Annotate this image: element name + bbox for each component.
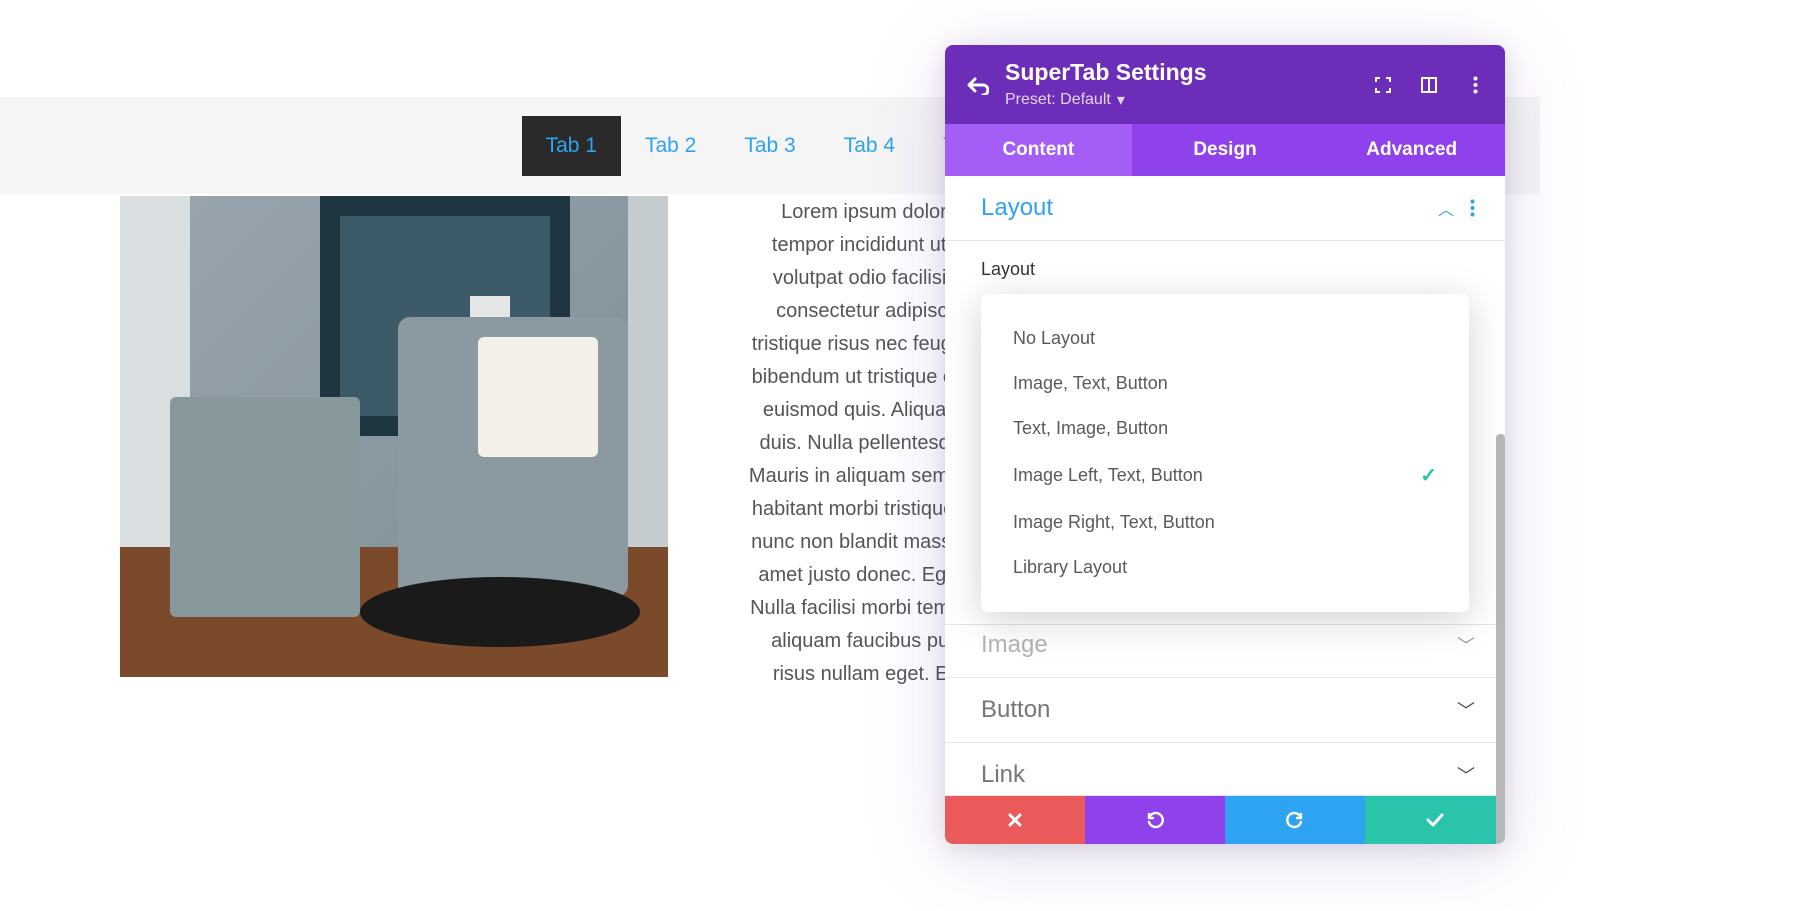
dropdown-item-library-layout[interactable]: Library Layout — [981, 545, 1469, 590]
close-icon — [1007, 812, 1023, 828]
panel-body: Layout ︿ Layout No Layout Image, Text, B… — [945, 176, 1505, 796]
dropdown-item-image-right-text-button[interactable]: Image Right, Text, Button — [981, 500, 1469, 545]
preview-area: Tab 1 Tab 2 Tab 3 Tab 4 Tab 5 Lorem ipsu… — [0, 0, 1800, 911]
expand-icon[interactable] — [1373, 75, 1393, 95]
undo-icon — [1145, 810, 1165, 830]
panel-tab-advanced[interactable]: Advanced — [1318, 124, 1505, 176]
undo-button[interactable] — [1085, 796, 1225, 844]
section-header-button[interactable]: Button ﹀ — [945, 678, 1505, 742]
section-title-link: Link — [981, 761, 1025, 789]
chevron-up-icon: ︿ — [1438, 196, 1454, 220]
columns-icon[interactable] — [1419, 75, 1439, 95]
section-title-image: Image — [981, 631, 1048, 659]
section-button: Button ﹀ — [945, 678, 1505, 743]
panel-tab-content[interactable]: Content — [945, 124, 1132, 176]
panel-preset-label: Preset: Default — [1005, 91, 1111, 109]
save-button[interactable] — [1365, 796, 1505, 844]
section-more-icon[interactable] — [1470, 199, 1475, 217]
tab-2[interactable]: Tab 2 — [621, 116, 720, 176]
section-link: Link ﹀ — [945, 743, 1505, 796]
section-header-link[interactable]: Link ﹀ — [945, 743, 1505, 795]
panel-tab-design[interactable]: Design — [1132, 124, 1319, 176]
dropdown-item-image-left-text-button[interactable]: Image Left, Text, Button✓ — [981, 451, 1469, 500]
check-icon — [1425, 812, 1445, 828]
caret-down-icon: ▾ — [1117, 90, 1125, 110]
more-icon[interactable] — [1465, 75, 1485, 95]
scrollbar[interactable] — [1496, 434, 1505, 844]
chevron-down-icon: ﹀ — [1457, 697, 1475, 723]
section-title-button: Button — [981, 696, 1050, 724]
chevron-down-icon: ﹀ — [1457, 762, 1475, 788]
panel-title: SuperTab Settings — [1005, 59, 1357, 86]
dropdown-item-no-layout[interactable]: No Layout — [981, 316, 1469, 361]
preview-image — [120, 196, 668, 677]
section-header-image[interactable]: Image ﹀ — [945, 613, 1505, 677]
section-layout: Layout ︿ Layout No Layout Image, Text, B… — [945, 176, 1505, 625]
check-icon: ✓ — [1420, 463, 1437, 488]
section-image: Image ﹀ — [945, 613, 1505, 678]
cancel-button[interactable] — [945, 796, 1085, 844]
redo-icon — [1285, 810, 1305, 830]
chevron-down-icon: ﹀ — [1457, 632, 1475, 658]
panel-header: SuperTab Settings Preset: Default ▾ — [945, 45, 1505, 124]
layout-dropdown-label: Layout — [945, 241, 1505, 288]
tab-3[interactable]: Tab 3 — [720, 116, 819, 176]
redo-button[interactable] — [1225, 796, 1365, 844]
section-title-layout: Layout — [981, 194, 1053, 222]
tab-4[interactable]: Tab 4 — [820, 116, 919, 176]
dropdown-item-image-text-button[interactable]: Image, Text, Button — [981, 361, 1469, 406]
panel-preset[interactable]: Preset: Default ▾ — [1005, 90, 1357, 110]
back-icon[interactable] — [965, 75, 989, 95]
layout-dropdown-menu: No Layout Image, Text, Button Text, Imag… — [981, 294, 1469, 612]
section-header-layout[interactable]: Layout ︿ — [945, 176, 1505, 241]
dropdown-item-text-image-button[interactable]: Text, Image, Button — [981, 406, 1469, 451]
tab-1[interactable]: Tab 1 — [522, 116, 621, 176]
panel-tabs: Content Design Advanced — [945, 124, 1505, 176]
settings-panel: SuperTab Settings Preset: Default ▾ Cont… — [945, 45, 1505, 844]
panel-footer — [945, 796, 1505, 844]
